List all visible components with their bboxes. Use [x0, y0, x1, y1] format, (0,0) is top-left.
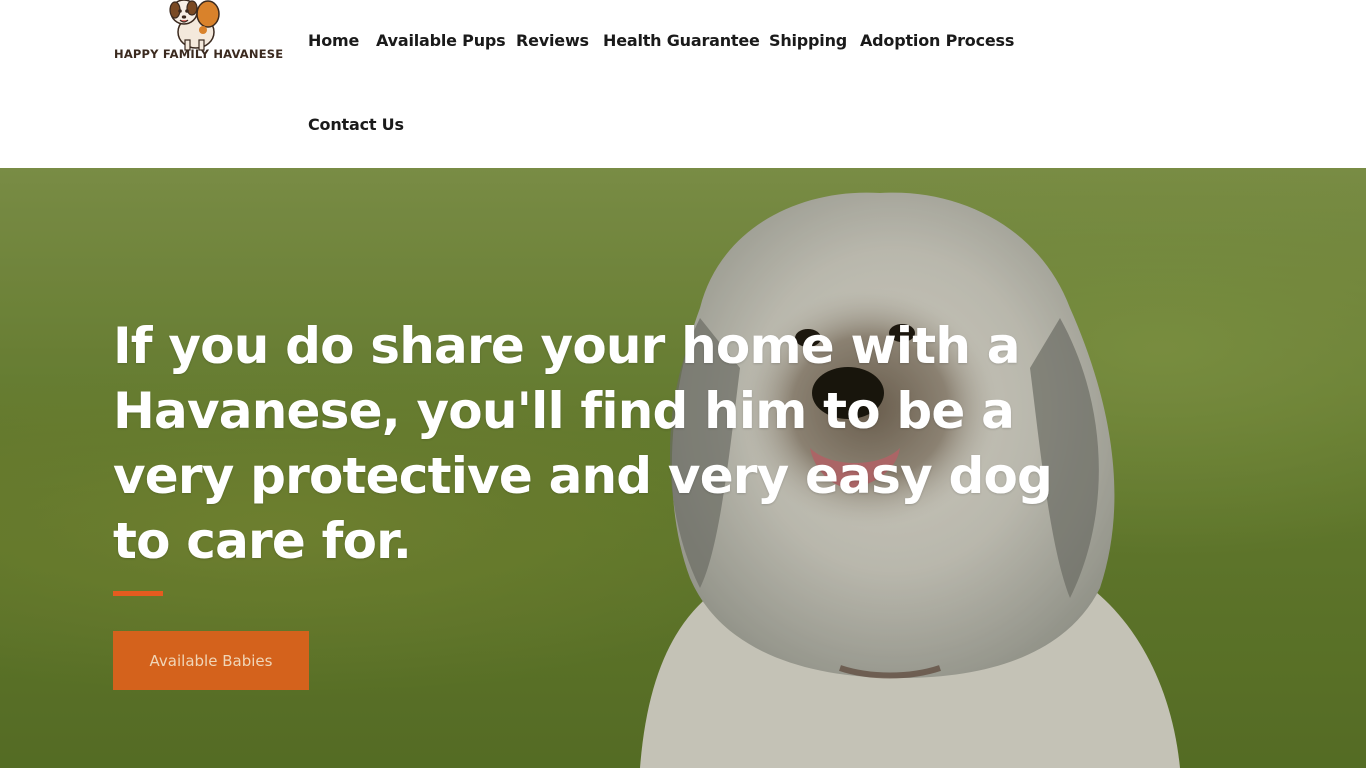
- nav-shipping[interactable]: Shipping: [769, 31, 847, 50]
- site-header: HAPPY FAMILY HAVANESE Home Available Pup…: [0, 0, 1366, 168]
- available-babies-button[interactable]: Available Babies: [113, 631, 309, 690]
- hero-section: If you do share your home with a Havanes…: [0, 168, 1366, 768]
- headline-accent-line: [113, 591, 163, 596]
- hero-headline: If you do share your home with a Havanes…: [113, 317, 1053, 570]
- nav-contact-us[interactable]: Contact Us: [308, 115, 404, 134]
- puppy-logo-icon: [169, 0, 220, 51]
- nav-health-guarantee[interactable]: Health Guarantee: [603, 31, 760, 50]
- nav-reviews[interactable]: Reviews: [516, 31, 589, 50]
- nav-available-pups[interactable]: Available Pups: [376, 31, 506, 50]
- nav-adoption-process[interactable]: Adoption Process: [860, 31, 1014, 50]
- logo-text: HAPPY FAMILY HAVANESE: [114, 47, 284, 61]
- logo-link[interactable]: HAPPY FAMILY HAVANESE: [113, 0, 284, 66]
- nav-home[interactable]: Home: [308, 31, 359, 50]
